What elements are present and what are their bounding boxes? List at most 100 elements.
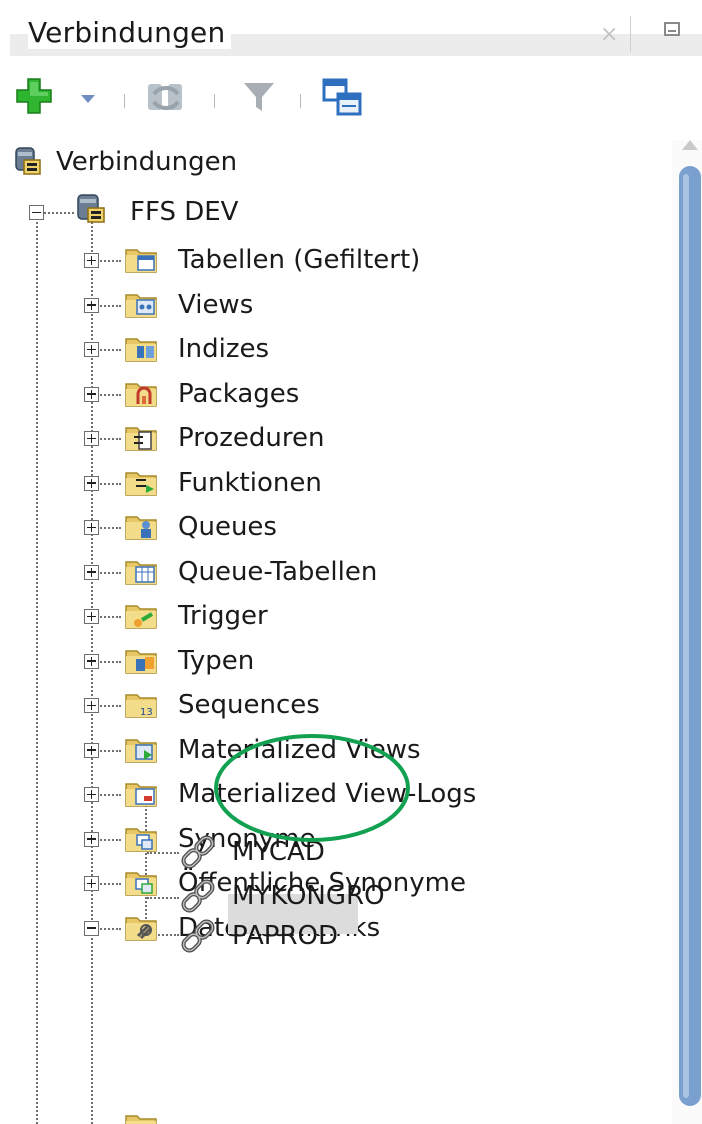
type-folder-icon [124,645,158,679]
collapse-toggle[interactable] [29,205,44,220]
tree-guide-line [36,218,38,1124]
public-synonym-folder-icon [124,867,158,901]
tree-folder-label: Tabellen (Gefiltert) [178,245,421,275]
tree-folder-label: Queue-Tabellen [178,556,378,587]
tree-folder-views[interactable]: Views [178,283,253,327]
tree-folder-triggers[interactable]: Trigger [178,594,268,638]
dblink-label: MYKONGRO [232,881,385,911]
highlight-circle-annotation [210,726,414,850]
tree-folder-procedures[interactable]: Prozeduren [178,416,324,460]
trigger-folder-icon [124,600,158,634]
expand-toggle[interactable] [84,787,99,802]
package-folder-icon [124,378,158,412]
dblink-label: PAPROD [232,921,339,951]
tree-guide-line [97,660,121,663]
panel-title: Verbindungen [28,16,232,49]
queue-table-folder-icon [124,556,158,590]
header-divider [630,16,631,52]
tree-guide-line [97,482,121,485]
tree-folder-packages[interactable]: Packages [178,372,299,416]
table-folder-icon [124,244,158,278]
tree-guide-line [97,393,121,396]
tree-folder-queue-tables[interactable]: Queue-Tabellen [178,550,377,594]
expand-toggle[interactable] [84,742,99,758]
tree-guide-line [97,260,121,262]
tree-folder-functions[interactable]: Funktionen [178,461,322,505]
tree-folder-label: Typen [178,645,255,676]
function-folder-icon [124,467,158,501]
tree-folder-label: Trigger [178,601,268,631]
minimize-icon[interactable] [664,22,680,36]
tree-folder-types[interactable]: Typen [178,639,254,683]
expand-toggle[interactable] [84,831,99,847]
sequence-folder-icon: 13 [124,689,158,723]
expand-toggle[interactable] [84,253,99,268]
scroll-up-arrow-icon[interactable] [682,140,698,150]
connections-root-icon [14,146,42,180]
expand-toggle[interactable] [84,431,99,446]
tree-guide-line [97,571,121,574]
scrollbar-thumb[interactable] [679,166,701,1106]
expand-toggle[interactable] [84,342,99,357]
tree-guide-line [97,527,121,529]
materialized-view-log-folder-icon [124,778,158,812]
tree-root-verbindungen[interactable]: Verbindungen [56,140,237,184]
panel-header: Verbindungen × [0,0,702,56]
svg-text:13: 13 [140,707,153,718]
expand-toggle[interactable] [84,876,99,891]
tree-guide-line [44,212,74,214]
expand-toggle[interactable] [84,653,99,669]
tree-guide-line [97,838,121,841]
tree-folder-indexes[interactable]: Indizes [178,327,269,371]
database-link-icon [178,876,218,920]
collapse-toggle[interactable] [84,920,99,936]
view-folder-icon [124,289,158,323]
folder-icon [124,1110,158,1124]
expand-toggle[interactable] [84,297,99,313]
database-link-icon [178,916,218,960]
synonym-folder-icon [124,823,158,857]
add-connection-icon[interactable] [14,76,54,120]
tree-guide-line [97,794,121,796]
schema-browser-icon[interactable] [322,78,364,122]
connection-label: FFS DEV [130,197,239,227]
expand-toggle[interactable] [84,564,99,580]
expand-toggle[interactable] [84,386,99,402]
index-folder-icon [124,333,158,367]
tree-guide-line [97,749,121,752]
refresh-icon[interactable] [146,80,186,118]
tree-guide-line [97,304,121,307]
tree-connection-ffs-dev[interactable]: FFS DEV [130,190,238,234]
tree-folder-sequences[interactable]: Sequences [178,683,320,727]
tree-folder-tables[interactable]: Tabellen (Gefiltert) [178,238,420,282]
tree-guide-line [97,349,121,351]
tree-dblink-paprod[interactable]: PAPROD [232,914,338,958]
tree-folder-label: Views [178,289,254,320]
tree-guide-line [97,883,121,885]
tree-guide-line [97,705,121,707]
tree-folder-queues[interactable]: Queues [178,505,277,549]
tree-dblink-mykongro[interactable]: MYKONGRO [232,874,385,918]
tree-folder-label: Funktionen [178,467,322,498]
connections-tree: Verbindungen FFS DEV Tabellen (Gefiltert… [0,140,672,1124]
tree-guide-line [97,438,121,440]
tree-folder-label: Sequences [178,690,320,720]
expand-toggle[interactable] [84,609,99,624]
materialized-view-folder-icon [124,734,158,768]
toolbar [0,70,702,126]
dropdown-arrow-icon[interactable] [80,90,96,109]
tree-folder-label: Packages [178,378,300,409]
tree-guide-line [97,616,121,618]
expand-toggle[interactable] [84,520,99,535]
tree-folder-label: Queues [178,512,277,542]
filter-icon[interactable] [242,80,276,118]
expand-toggle[interactable] [84,698,99,713]
queue-folder-icon [124,511,158,545]
tree-root-label: Verbindungen [56,147,238,177]
close-icon[interactable]: × [600,22,618,47]
expand-toggle[interactable] [84,475,99,491]
tree-folder-label: Indizes [178,334,270,364]
database-link-folder-icon [124,912,158,946]
tree-folder-label: Prozeduren [178,423,325,453]
tree-guide-line [97,927,121,930]
